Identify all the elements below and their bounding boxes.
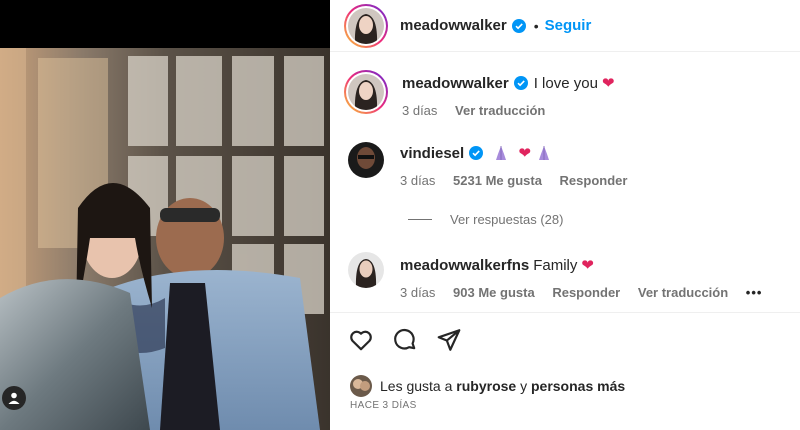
author-username[interactable]: meadowwalker [400, 17, 507, 34]
post-photo-panel [0, 0, 330, 430]
more-icon[interactable]: ••• [746, 285, 763, 300]
reply-button[interactable]: Responder [552, 285, 620, 300]
comment-avatar[interactable] [344, 70, 388, 114]
liker-avatar [350, 375, 372, 397]
likes-summary[interactable]: Les gusta a rubyrose y personas más [350, 375, 625, 397]
comment-icon[interactable] [392, 327, 418, 353]
comment-item: meadowwalker I love you ❤ 3 días Ver tradu… [344, 70, 615, 118]
view-replies-button[interactable]: Ver respuestas (28) [408, 212, 563, 227]
heart-icon[interactable] [348, 327, 374, 353]
comment-item: meadowwalkerfns Family ❤ 3 días 903 Me gus… [348, 252, 776, 300]
verified-icon [511, 18, 526, 33]
share-icon[interactable] [436, 327, 462, 353]
translate-link[interactable]: Ver traducción [638, 285, 728, 300]
verified-icon [469, 146, 484, 160]
heart-emoji: ❤ [601, 75, 615, 92]
praying-hands-emoji [496, 146, 507, 160]
view-replies-label: Ver respuestas (28) [450, 212, 564, 227]
post-timestamp[interactable]: HACE 3 DÍAS [350, 400, 417, 411]
comment-text: I love you [533, 75, 598, 92]
comment-username[interactable]: vindiesel [400, 145, 464, 162]
heart-emoji: ❤ [518, 145, 532, 162]
comment-time[interactable]: 3 días [400, 285, 435, 300]
praying-hands-emoji [539, 146, 550, 160]
comment-likes[interactable]: 5231 Me gusta [453, 173, 542, 188]
comment-item: vindiesel ❤ 3 días 5231 Me gusta Respond… [348, 142, 641, 188]
verified-icon [513, 76, 528, 90]
comment-likes[interactable]: 903 Me gusta [453, 285, 535, 300]
liker-username[interactable]: rubyrose [456, 378, 516, 394]
reply-button[interactable]: Responder [560, 173, 628, 188]
author-avatar[interactable] [344, 3, 388, 48]
comment-username[interactable]: meadowwalker [402, 75, 509, 92]
user-tag-glyph [8, 392, 20, 404]
comment-username[interactable]: meadowwalkerfns [400, 257, 529, 274]
comment-time[interactable]: 3 días [402, 103, 437, 118]
separator-dot: • [533, 17, 539, 34]
post-details-panel: meadowwalker • Seguir meadowwalker I love… [330, 0, 800, 430]
translate-link[interactable]: Ver traducción [455, 103, 545, 118]
likes-joiner: y [520, 378, 528, 394]
post-header: meadowwalker • Seguir [330, 0, 800, 52]
heart-emoji: ❤ [581, 257, 594, 274]
post-photo[interactable] [0, 48, 330, 430]
follow-button[interactable]: Seguir [545, 17, 592, 34]
likes-prefix: Les gusta a [380, 378, 453, 394]
replies-divider [408, 219, 432, 220]
comment-avatar[interactable] [348, 142, 384, 178]
likes-others[interactable]: personas más [531, 378, 625, 394]
comment-text: Family [533, 257, 578, 274]
user-tag-icon[interactable] [2, 386, 26, 410]
comment-time[interactable]: 3 días [400, 173, 435, 188]
comment-avatar[interactable] [348, 252, 384, 288]
post-actions: Les gusta a rubyrose y personas más HACE… [330, 312, 800, 430]
